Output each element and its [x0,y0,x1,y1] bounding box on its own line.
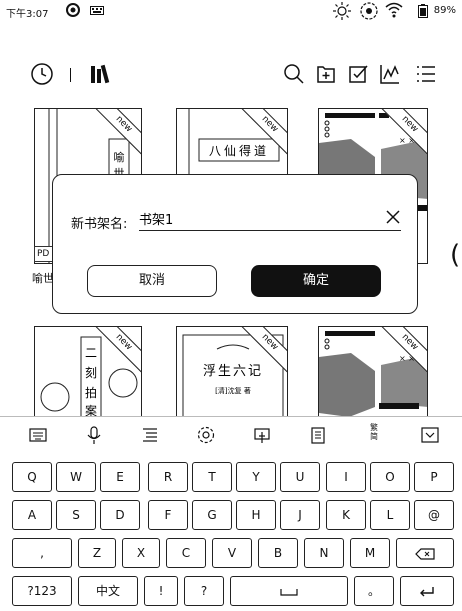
book-cover[interactable]: 二 刻 拍 案 new [34,326,142,416]
key-m[interactable]: M [350,538,390,568]
key-n[interactable]: N [304,538,344,568]
shelf-name-input[interactable] [139,207,401,231]
key-r[interactable]: R [148,462,188,492]
svg-text:二: 二 [85,346,97,360]
keyboard-icon[interactable] [28,425,48,445]
key-h[interactable]: H [236,500,276,530]
book-cover[interactable]: 浮生六记 [清]沈复 著 new [176,326,288,416]
enter-key[interactable] [400,576,454,606]
traditional-simplified-toggle[interactable]: 繁 简 [364,423,384,443]
key-o[interactable]: O [370,462,410,492]
key-k[interactable]: K [326,500,366,530]
svg-text:喻: 喻 [114,150,125,164]
backspace-key[interactable] [396,538,454,568]
backspace-icon [415,547,435,560]
settings-icon[interactable] [196,425,216,445]
key-at[interactable]: @ [414,500,454,530]
space-icon [280,588,298,596]
on-screen-keyboard: Q W E R T Y U I O P A S D F G H J K L @ … [0,452,462,611]
shelf-name-label: 新书架名: [71,217,128,232]
add-shelf-icon[interactable] [314,62,338,86]
toolbar-divider [70,68,71,82]
key-exclamation[interactable]: ! [144,576,178,606]
svg-text:浮生六记: 浮生六记 [203,364,263,379]
wifi-icon [385,2,403,18]
search-icon[interactable] [282,62,306,86]
key-f[interactable]: F [148,500,188,530]
key-q[interactable]: Q [12,462,52,492]
refresh-mode-icon [360,2,378,20]
status-bar: 下午3:07 89% [0,0,462,22]
microphone-icon[interactable] [84,425,104,445]
select-icon[interactable] [346,62,370,86]
space-key[interactable] [230,576,348,606]
book-title: 喻世 [32,272,54,285]
key-i[interactable]: I [326,462,366,492]
svg-text:案: 案 [85,403,97,416]
ime-toolbar: 繁 简 [0,416,462,452]
svg-text:[清]沈复 著: [清]沈复 著 [215,386,251,395]
keyboard-indicator-icon [90,6,104,15]
key-question[interactable]: ? [184,576,224,606]
key-e[interactable]: E [100,462,140,492]
key-y[interactable]: Y [236,462,276,492]
side-scroll-indicator: ( [450,240,461,270]
cursor-move-icon[interactable] [252,425,272,445]
language-key[interactable]: 中文 [78,576,138,606]
symbols-key[interactable]: ?123 [12,576,72,606]
key-b[interactable]: B [258,538,298,568]
key-t[interactable]: T [192,462,232,492]
history-icon[interactable] [30,62,54,86]
brightness-icon [333,2,351,20]
svg-text:八仙得道: 八仙得道 [209,143,269,158]
key-c[interactable]: C [166,538,206,568]
key-j[interactable]: J [280,500,320,530]
key-d[interactable]: D [100,500,140,530]
library-toolbar [0,56,462,92]
enter-icon [420,586,434,596]
key-p[interactable]: P [414,462,454,492]
key-s[interactable]: S [56,500,96,530]
key-g[interactable]: G [192,500,232,530]
new-shelf-dialog: 新书架名: 取消 确定 [52,174,418,314]
key-u[interactable]: U [280,462,320,492]
key-a[interactable]: A [12,500,52,530]
svg-text:拍: 拍 [85,385,97,400]
key-period[interactable]: 。 [354,576,394,606]
clipboard-icon[interactable] [308,425,328,445]
book-cover[interactable]: × × × × new [318,326,428,416]
battery-icon [418,4,428,18]
key-w[interactable]: W [56,462,96,492]
hide-keyboard-icon[interactable] [420,425,440,445]
key-x[interactable]: X [122,538,160,568]
battery-percent: 89% [433,5,456,16]
sync-icon [66,3,80,17]
confirm-button[interactable]: 确定 [251,265,381,297]
list-view-icon[interactable] [414,62,438,86]
text-edit-icon[interactable] [140,425,160,445]
key-l[interactable]: L [370,500,410,530]
svg-text:刻: 刻 [85,366,97,380]
key-z[interactable]: Z [78,538,116,568]
statistics-icon[interactable] [378,62,402,86]
bookshelf-icon[interactable] [88,62,112,86]
key-comma[interactable]: , [12,538,72,568]
cancel-button[interactable]: 取消 [87,265,217,297]
key-v[interactable]: V [212,538,252,568]
clear-icon[interactable] [385,209,401,225]
status-time: 下午3:07 [6,9,49,20]
